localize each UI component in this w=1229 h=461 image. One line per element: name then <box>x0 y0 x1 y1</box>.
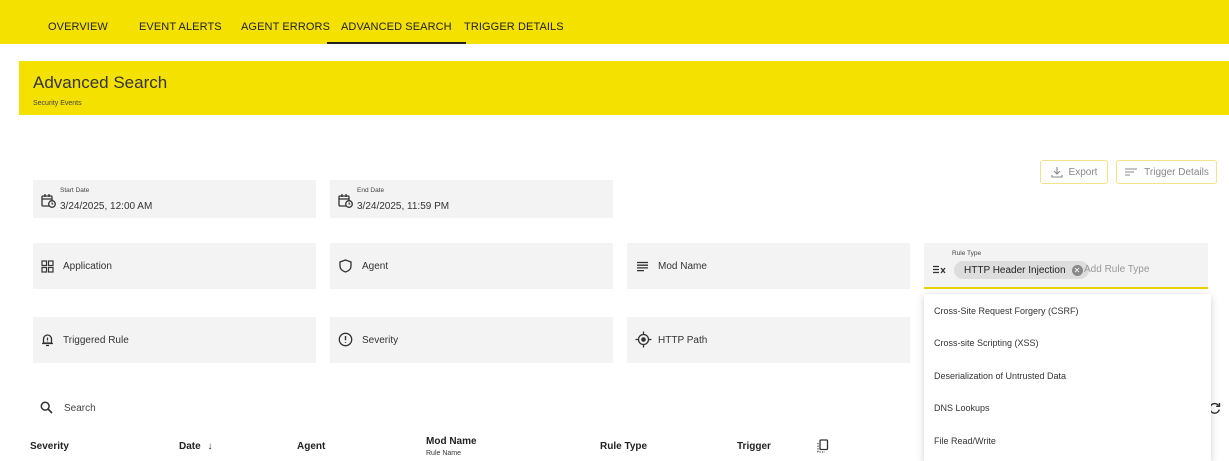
column-agent[interactable]: Agent <box>297 441 325 452</box>
trigger-details-button[interactable]: Trigger Details <box>1116 160 1217 184</box>
rule-type-option[interactable]: File Read/Write <box>934 436 996 446</box>
agent-filter[interactable]: Agent <box>330 243 613 289</box>
column-mod-name[interactable]: Mod Name <box>426 436 477 447</box>
end-date-field[interactable]: End Date 3/24/2025, 11:59 PM <box>330 180 613 218</box>
column-date[interactable]: Date ↓ <box>179 441 212 452</box>
start-date-field[interactable]: Start Date 3/24/2025, 12:00 AM <box>33 180 316 218</box>
add-rule-type-input[interactable]: Add Rule Type <box>1084 264 1149 275</box>
top-nav: OVERVIEW EVENT ALERTS AGENT ERRORS ADVAN… <box>0 0 1229 44</box>
start-date-value: 3/24/2025, 12:00 AM <box>60 201 153 212</box>
sort-lines-icon <box>1125 168 1138 176</box>
triggered-rule-filter[interactable]: Triggered Rule <box>33 317 316 363</box>
rule-type-dropdown: Cross-Site Request Forgery (CSRF) Cross-… <box>924 294 1211 461</box>
application-filter[interactable]: Application <box>33 243 316 289</box>
rule-type-label: Rule Type <box>952 250 982 257</box>
grid-icon <box>41 260 54 273</box>
calendar-clock-icon <box>338 194 353 208</box>
severity-label: Severity <box>362 335 399 346</box>
page-title: Advanced Search <box>33 73 168 92</box>
rule-type-chip-label: HTTP Header Injection <box>964 264 1066 276</box>
triggered-rule-label: Triggered Rule <box>63 335 129 346</box>
tab-event-alerts[interactable]: EVENT ALERTS <box>139 0 222 44</box>
agent-label: Agent <box>362 261 389 272</box>
severity-filter[interactable]: Severity <box>330 317 613 363</box>
page-header: Advanced Search Security Events <box>19 61 1229 115</box>
column-rule-type[interactable]: Rule Type <box>600 441 647 452</box>
rule-type-option[interactable]: DNS Lookups <box>934 403 990 413</box>
rule-type-chip[interactable]: HTTP Header Injection ✕ <box>954 261 1089 279</box>
calendar-clock-icon <box>41 194 56 208</box>
tab-trigger-details[interactable]: TRIGGER DETAILS <box>464 0 564 44</box>
http-path-label: HTTP Path <box>658 335 708 346</box>
export-label: Export <box>1068 166 1098 178</box>
copy-icon[interactable] <box>817 439 829 453</box>
rule-type-option[interactable]: Deserialization of Untrusted Data <box>934 371 1066 381</box>
tab-overview[interactable]: OVERVIEW <box>48 0 108 44</box>
mod-name-label: Mod Name <box>658 261 707 272</box>
end-date-label: End Date <box>357 187 385 194</box>
search-icon <box>40 401 53 414</box>
export-button[interactable]: Export <box>1040 160 1108 184</box>
clear-list-icon <box>933 265 946 274</box>
rule-type-filter[interactable]: Rule Type HTTP Header Injection ✕ Add Ru… <box>924 243 1208 289</box>
column-trigger[interactable]: Trigger <box>737 441 771 452</box>
http-path-filter[interactable]: HTTP Path <box>627 317 910 363</box>
download-icon <box>1050 167 1063 178</box>
alert-circle-icon <box>338 332 353 347</box>
search-input[interactable]: Search <box>64 403 96 414</box>
column-rule-name: Rule Name <box>426 450 462 457</box>
page-subtitle: Security Events <box>33 100 82 107</box>
trigger-details-label: Trigger Details <box>1144 166 1209 178</box>
application-label: Application <box>63 261 112 272</box>
target-icon <box>635 331 652 348</box>
rule-type-option[interactable]: Cross-Site Request Forgery (CSRF) <box>934 306 1079 316</box>
end-date-value: 3/24/2025, 11:59 PM <box>357 201 450 212</box>
tab-agent-errors[interactable]: AGENT ERRORS <box>241 0 330 44</box>
lines-icon <box>637 261 648 272</box>
shield-icon <box>339 259 352 273</box>
sort-down-icon: ↓ <box>207 441 213 452</box>
chip-remove-icon[interactable]: ✕ <box>1071 264 1083 276</box>
rule-type-option[interactable]: Cross-site Scripting (XSS) <box>934 338 1039 348</box>
column-date-label: Date <box>179 441 201 452</box>
mod-name-filter[interactable]: Mod Name <box>627 243 910 289</box>
start-date-label: Start Date <box>60 187 90 194</box>
tab-advanced-search[interactable]: ADVANCED SEARCH <box>327 0 466 44</box>
column-severity[interactable]: Severity <box>30 441 69 452</box>
bell-alert-icon <box>42 334 53 347</box>
